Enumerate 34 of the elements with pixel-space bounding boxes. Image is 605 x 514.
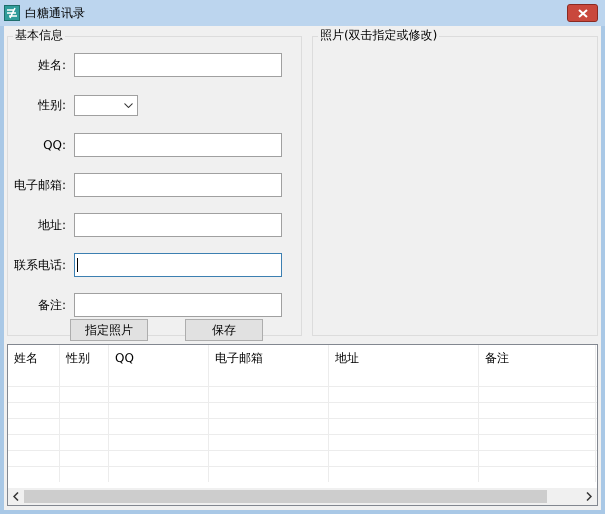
group-title: 照片(双击指定或修改) (318, 27, 440, 43)
column-header[interactable]: 姓名 (8, 345, 60, 386)
field-label: 备注: (36, 297, 67, 314)
chevron-down-icon (124, 102, 133, 108)
field-label: 电子邮箱: (12, 177, 67, 194)
group-title: 基本信息 (13, 27, 65, 43)
gender-dropdown[interactable] (74, 94, 138, 116)
input-field[interactable] (74, 133, 282, 157)
app-icon (4, 5, 20, 21)
close-button[interactable] (567, 4, 598, 22)
chevron-right-icon (586, 492, 592, 501)
field-label: 性别: (36, 97, 67, 114)
horizontal-scrollbar[interactable] (8, 488, 597, 505)
input-field[interactable] (74, 253, 282, 277)
column-header[interactable]: QQ (109, 345, 209, 386)
action-button[interactable]: 指定照片 (70, 319, 148, 341)
column-header[interactable]: 电子邮箱 (209, 345, 329, 386)
action-button[interactable]: 保存 (185, 319, 263, 341)
input-field[interactable] (74, 173, 282, 197)
column-header[interactable]: 性别 (60, 345, 109, 386)
chevron-left-icon (13, 492, 19, 501)
column-header[interactable]: 备注 (479, 345, 596, 386)
text-cursor (77, 258, 78, 272)
close-icon (578, 8, 588, 18)
field-label: 联系电话: (12, 257, 67, 274)
input-field[interactable] (74, 53, 282, 77)
column-header[interactable]: 地址 (329, 345, 479, 386)
field-label: 姓名: (36, 57, 67, 74)
scrollbar-thumb[interactable] (24, 490, 547, 503)
window-title: 白糖通讯录 (25, 5, 85, 22)
field-label: 地址: (36, 217, 67, 234)
input-field[interactable] (74, 213, 282, 237)
input-field[interactable] (74, 293, 282, 317)
field-label: QQ: (42, 137, 67, 154)
